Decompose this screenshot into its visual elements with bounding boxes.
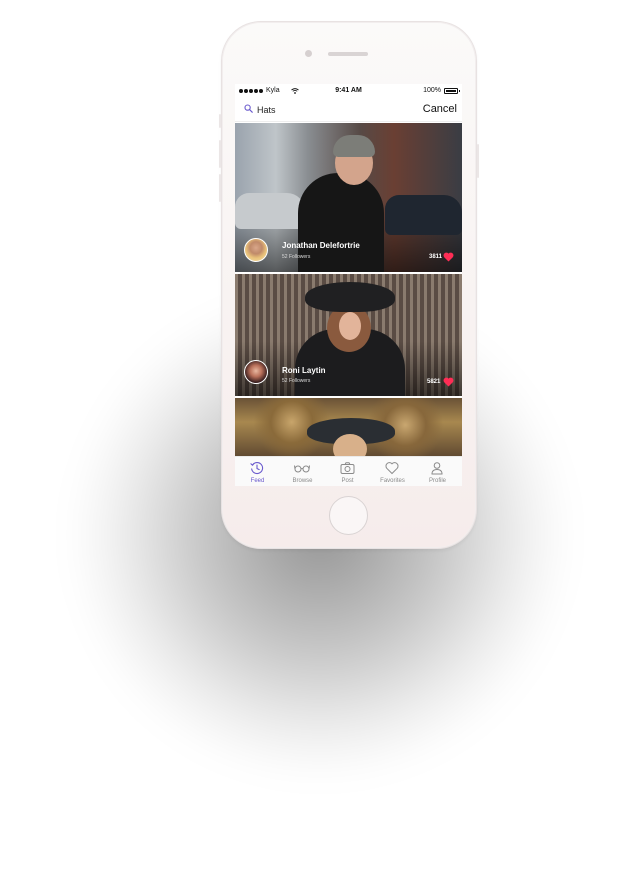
home-button[interactable] [329,496,368,535]
cancel-button[interactable]: Cancel [423,103,457,115]
like-count: 3811 [429,254,443,260]
volume-up-button [219,140,221,168]
feed-icon [250,462,264,475]
power-button [477,144,479,178]
search-input[interactable]: Hats [257,105,276,115]
tab-label: Browse [292,478,313,484]
beanie-hat [333,135,375,157]
car-image [235,193,305,229]
heart-icon [385,462,399,475]
tab-label: Profile [428,478,446,484]
tab-post[interactable]: Post [325,457,370,486]
profile-icon [431,462,443,475]
follower-count: 52 Followers [282,254,311,260]
camera-icon [340,462,355,474]
earpiece-speaker [328,52,368,56]
like-count: 5821 [427,379,441,385]
tab-browse[interactable]: Browse [280,457,325,486]
tab-profile[interactable]: Profile [415,457,460,486]
front-camera [305,50,312,57]
app-screen: Kyla 9:41 AM 100% Hats Cancel Jonathan D… [235,84,462,486]
car-image [385,195,462,235]
person-image [298,173,384,272]
search-icon [244,104,253,113]
tab-label: Post [341,478,354,484]
tab-bar: Feed Browse Post Favorites Profile [235,456,462,486]
user-name[interactable]: Roni Laytin [282,366,326,375]
search-bar[interactable]: Hats Cancel [235,98,462,122]
battery-icon [444,87,460,94]
heart-icon[interactable] [443,252,454,262]
battery-percent: 100% [423,87,441,94]
volume-down-button [219,174,221,202]
person-face-highlight [339,312,361,340]
tab-feed[interactable]: Feed [235,457,280,486]
tab-label: Feed [250,478,265,484]
feed-list: Jonathan Delefortrie 52 Followers 3811 R… [235,123,462,456]
feed-card[interactable]: Jonathan Delefortrie 52 Followers 3811 [235,123,462,272]
feed-card[interactable]: Roni Laytin 52 Followers 5821 [235,274,462,396]
wide-brim-hat [305,282,395,312]
tab-label: Favorites [380,478,405,484]
person-face [333,434,367,456]
avatar[interactable] [244,238,268,262]
glasses-icon [294,465,310,473]
mute-switch [219,114,221,128]
follower-count: 52 Followers [282,378,311,384]
status-bar: Kyla 9:41 AM 100% [235,84,462,98]
user-name[interactable]: Jonathan Delefortrie [282,241,360,250]
phone-frame: Kyla 9:41 AM 100% Hats Cancel Jonathan D… [219,21,479,549]
tab-favorites[interactable]: Favorites [370,457,415,486]
feed-card[interactable] [235,398,462,456]
avatar[interactable] [244,360,268,384]
heart-icon[interactable] [443,377,454,387]
